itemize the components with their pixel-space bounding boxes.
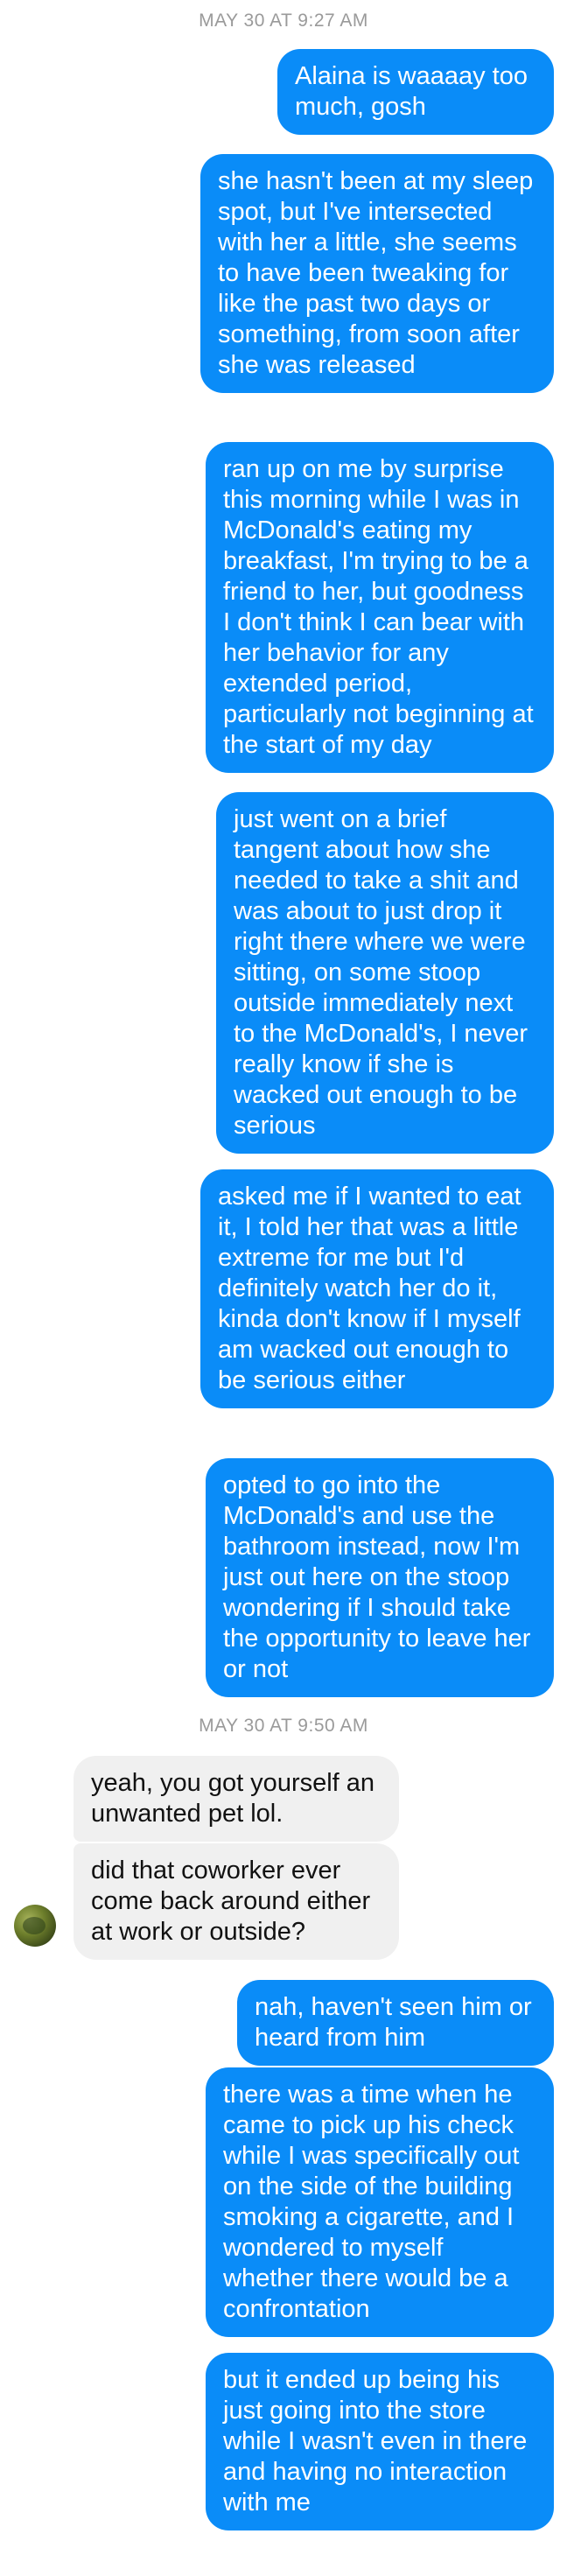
outgoing-message[interactable]: opted to go into the McDonald's and use … xyxy=(206,1458,554,1697)
incoming-message[interactable]: yeah, you got yourself an unwanted pet l… xyxy=(74,1756,399,1842)
outgoing-message[interactable]: just went on a brief tangent about how s… xyxy=(216,792,554,1154)
outgoing-message[interactable]: Alaina is waaaay too much, gosh xyxy=(277,49,554,135)
outgoing-message[interactable]: asked me if I wanted to eat it, I told h… xyxy=(200,1169,554,1408)
outgoing-message[interactable]: there was a time when he came to pick up… xyxy=(206,2067,554,2337)
outgoing-message[interactable]: ran up on me by surprise this morning wh… xyxy=(206,442,554,773)
outgoing-message[interactable]: but it ended up being his just going int… xyxy=(206,2353,554,2530)
outgoing-message[interactable]: nah, haven't seen him or heard from him xyxy=(237,1980,554,2066)
outgoing-message[interactable]: she hasn't been at my sleep spot, but I'… xyxy=(200,154,554,393)
incoming-message[interactable]: did that coworker ever come back around … xyxy=(74,1843,399,1960)
contact-avatar-icon[interactable] xyxy=(14,1905,56,1947)
timestamp: MAY 30 AT 9:50 AM xyxy=(199,1716,368,1736)
timestamp: MAY 30 AT 9:27 AM xyxy=(199,11,368,31)
